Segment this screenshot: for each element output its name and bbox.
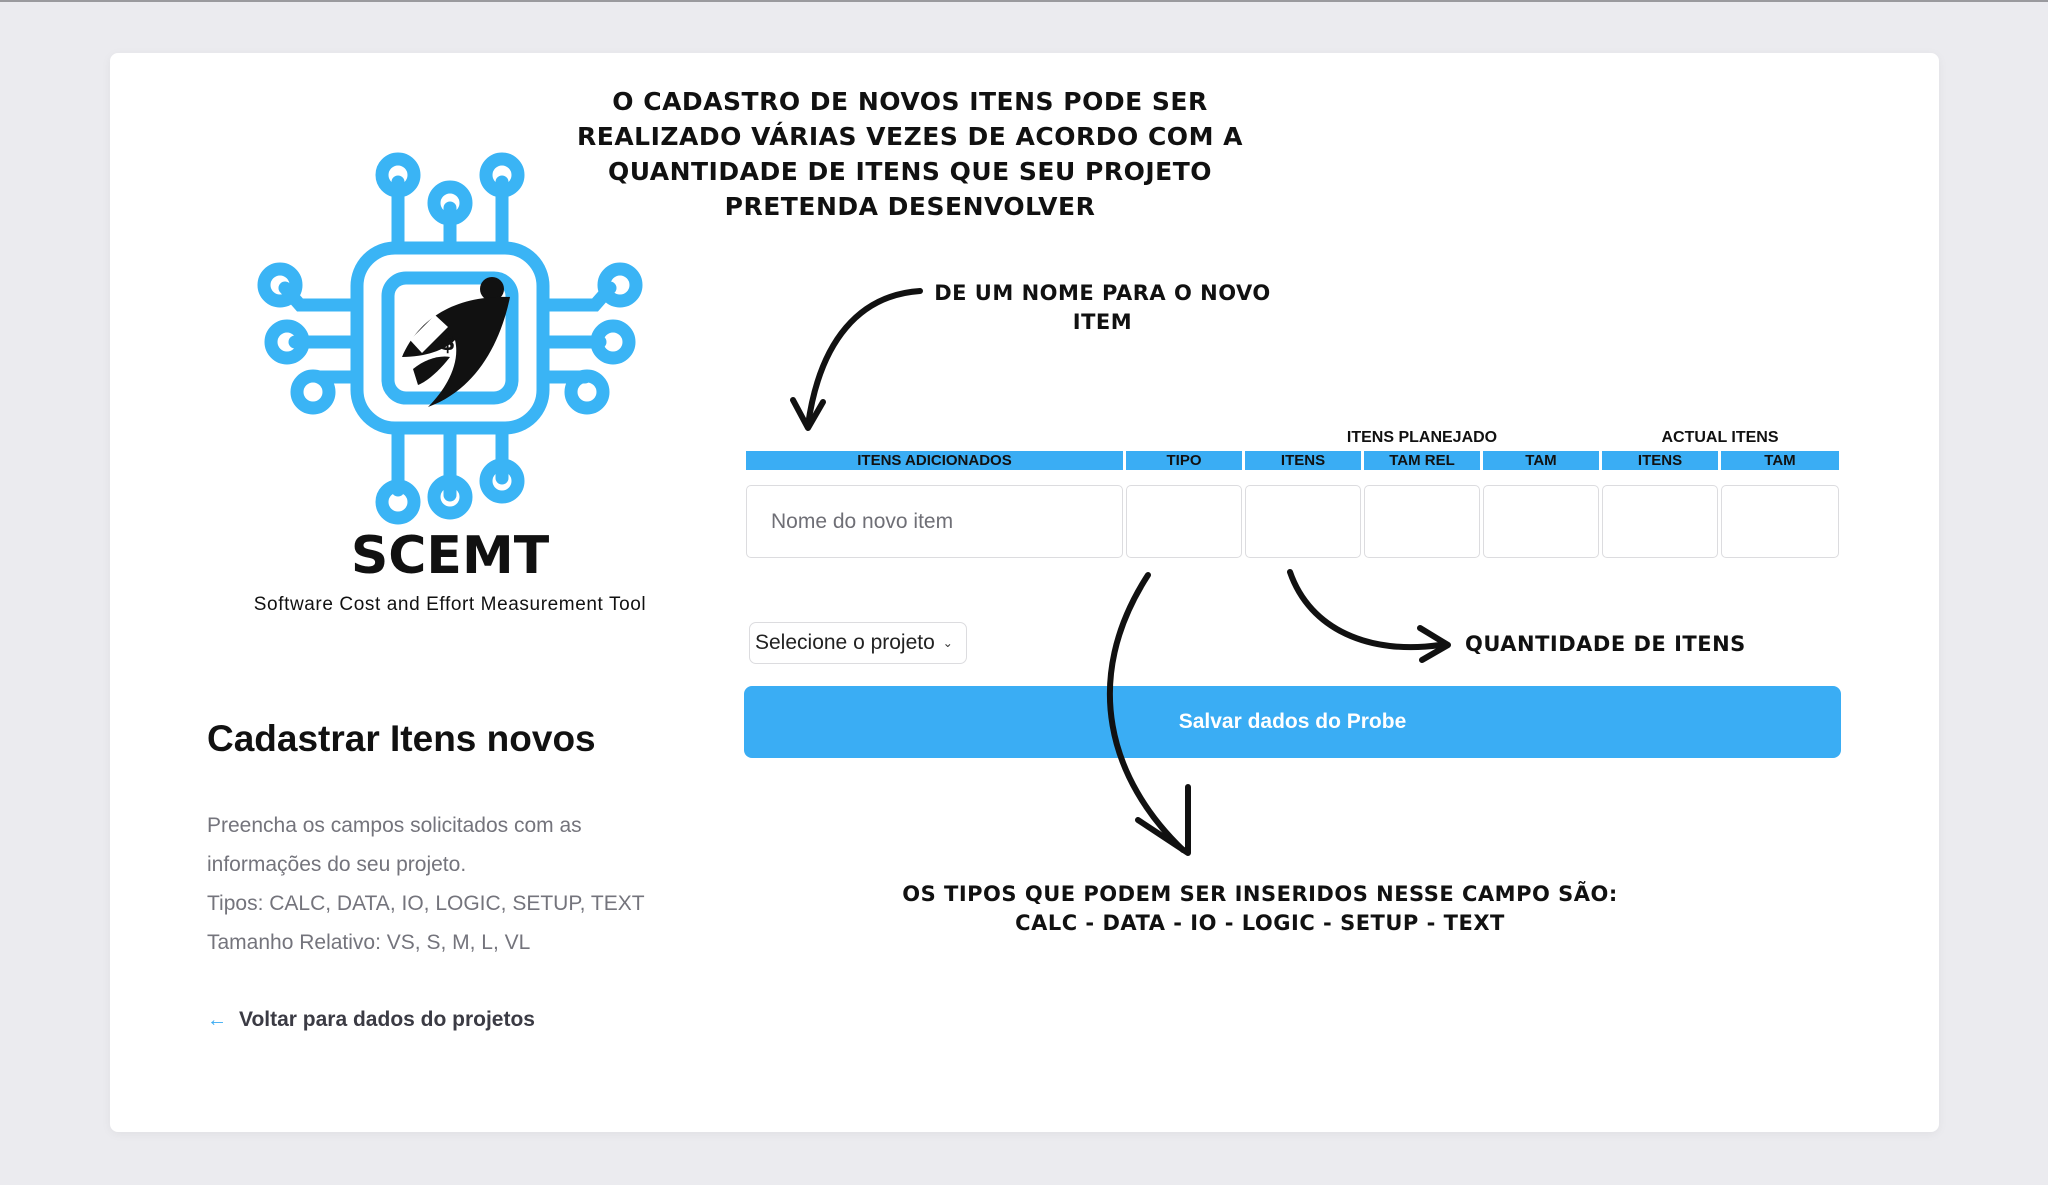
description-line: Tipos: CALC, DATA, IO, LOGIC, SETUP, TEX… — [207, 892, 645, 915]
column-header-actual-tam: TAM — [1721, 451, 1839, 470]
project-select[interactable]: Selecione o projeto ⌄ — [749, 622, 967, 664]
back-link-label: Voltar para dados do projetos — [239, 1008, 535, 1031]
planned-tam-input[interactable] — [1483, 485, 1599, 558]
new-item-name-input[interactable]: Nome do novo item — [746, 485, 1123, 558]
group-header-planned: ITENS PLANEJADO — [1346, 429, 1498, 446]
description-line: Tamanho Relativo: VS, S, M, L, VL — [207, 931, 531, 954]
planned-itens-input[interactable] — [1245, 485, 1361, 558]
tam-rel-input[interactable] — [1364, 485, 1480, 558]
project-select-value: Selecione o projeto — [755, 631, 935, 654]
scemt-logo: $ — [257, 152, 643, 525]
window-top-border — [0, 0, 2048, 2]
page-title: Cadastrar Itens novos — [207, 718, 596, 759]
back-to-projects-link[interactable]: ← Voltar para dados do projetos — [207, 1008, 535, 1032]
actual-itens-input[interactable] — [1602, 485, 1718, 558]
description-line: Preencha os campos solicitados com as — [207, 814, 582, 837]
annotation-quantity-hint: Quantidade de itens — [1465, 632, 1746, 656]
annotation-top: O cadastro de novos itens pode ser reali… — [576, 87, 1243, 221]
column-header-itens-adicionados: ITENS ADICIONADOS — [746, 451, 1123, 470]
brand-subtitle: Software Cost and Effort Measurement Too… — [253, 594, 647, 615]
page-description: Preencha os campos solicitados com as in… — [207, 806, 667, 962]
brand-title: SCEMT — [350, 526, 550, 586]
group-header-actual: ACTUAL ITENS — [1661, 429, 1779, 446]
svg-text:$: $ — [440, 331, 455, 356]
annotation-name-hint: De um nome para o novo item — [934, 281, 1271, 334]
actual-tam-input[interactable] — [1721, 485, 1839, 558]
column-header-planned-tam: TAM — [1483, 451, 1599, 470]
column-header-tam-rel: TAM REL — [1364, 451, 1480, 470]
annotation-types-line1: Os tipos que podem ser inseridos nesse c… — [902, 882, 1618, 906]
tipo-input[interactable] — [1126, 485, 1242, 558]
chevron-down-icon: ⌄ — [942, 636, 953, 650]
column-header-actual-itens: ITENS — [1602, 451, 1718, 470]
column-header-tipo: TIPO — [1126, 451, 1242, 470]
annotation-types-hint: Os tipos que podem ser inseridos nesse c… — [860, 880, 1660, 938]
arrow-left-icon: ← — [207, 1008, 227, 1031]
annotation-types-line2: CALC - DATA - IO - LOGIC - SETUP - TEXT — [1015, 911, 1505, 935]
save-probe-button[interactable]: Salvar dados do Probe — [744, 686, 1841, 758]
column-header-planned-itens: ITENS — [1245, 451, 1361, 470]
description-line: informações do seu projeto. — [207, 853, 467, 876]
